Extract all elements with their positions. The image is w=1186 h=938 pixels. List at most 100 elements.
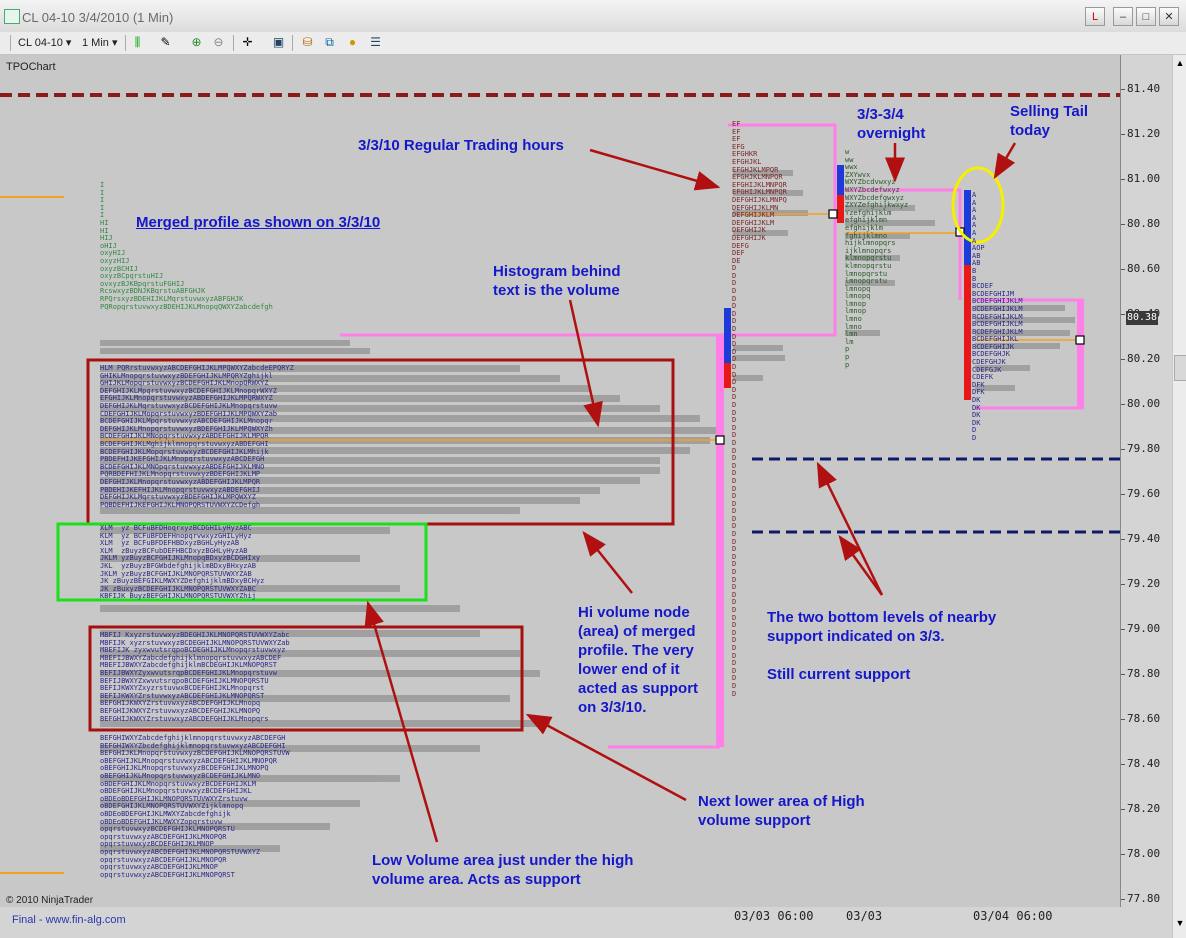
footer-link[interactable]: Final - www.fin-alg.com [12,914,126,926]
price-tick: 79.60 [1120,487,1161,500]
today-profile: A A A A A A A AOP AB AB B B BCDEF BCDEFG… [972,191,1023,442]
selling-tail-line: Selling Tail [1010,103,1089,120]
price-tick: 78.60 [1120,712,1161,725]
hi-volume-line: profile. The very [578,642,694,659]
price-axis: 81.40 81.20 81.00 80.80 80.60 80.40 80.2… [1120,55,1173,907]
toolbar-separator [292,35,293,51]
toolbar-separator [125,35,126,51]
low-volume-line: volume area. Acts as support [372,871,581,888]
time-tick: 03/03 [846,909,883,923]
price-tick: 78.20 [1120,802,1161,815]
hi-volume-line: (area) of merged [578,623,696,640]
price-tick: 81.20 [1120,127,1161,140]
support-levels-label: The two bottom levels of nearby support i… [767,608,996,646]
low-volume-label: Low Volume area just under the high volum… [372,851,633,889]
zoom-in-icon[interactable]: ⊕ [189,35,204,50]
properties-icon[interactable]: ☰ [368,35,383,50]
price-tick: 79.80 [1120,442,1161,455]
selling-tail-line: today [1010,122,1051,139]
minimize-button[interactable]: – [1113,7,1133,26]
merged-profile-lower-area: MBFIJ KxyzrstuvwxyzBDEGHIJKLMNOPQRSTUVWX… [100,631,290,723]
copyright-text: © 2010 NinjaTrader [6,895,94,906]
hi-volume-label: Hi volume node (area) of merged profile.… [578,603,698,717]
overnight-profile: w ww wwx ZXYwvx WXYZbcdvwxyz WXYZbcdefwx… [845,148,909,369]
currency-icon[interactable]: ● [345,35,360,50]
bar-style-icon[interactable]: ⫼ [130,35,145,50]
selling-tail-label: Selling Tail today [1010,102,1088,140]
close-button[interactable]: ✕ [1159,7,1179,26]
hi-volume-line: Hi volume node [578,604,690,621]
chevron-down-icon: ▾ [111,37,118,49]
today-value-bar [1077,300,1084,408]
overnight-label: 3/3-3/4 overnight [857,105,925,143]
today-red-bar [964,265,971,400]
merged-profile-low-volume: XLM yz BCFuBFDHoqrxyzBCDGHILyHyzABC KLM … [100,524,265,601]
price-tick: 80.00 [1120,397,1161,410]
scroll-down-icon[interactable]: ▼ [1174,917,1186,929]
price-tick: 77.80 [1120,892,1161,905]
scroll-up-icon[interactable]: ▲ [1174,57,1186,69]
price-tick: 80.60 [1120,262,1161,275]
time-axis: Final - www.fin-alg.com 03/03 06:00 03/0… [0,907,1172,938]
instrument-selector[interactable]: CL 04-10 ▾ [18,36,71,49]
merged-profile-top: I I I I I HI HI HIJ oHIJ oxyHIJ oxyzHIJ … [100,181,273,311]
chevron-down-icon: ▾ [65,37,72,49]
rth-label: 3/3/10 Regular Trading hours [358,137,564,154]
price-tick: 78.00 [1120,847,1161,860]
rth-value-bar [716,335,724,747]
overnight-label-line: overnight [857,125,926,142]
histogram-label-line: Histogram behind [493,263,621,280]
price-tick: 79.40 [1120,532,1161,545]
strategies-icon[interactable]: ⧉ [322,35,337,50]
time-tick: 03/03 06:00 [734,909,814,923]
merged-profile-value-area: HLM PQRrstuvwxyzABCDEFGHIJKLMPQWXYZabcde… [100,364,294,509]
hi-volume-line: lower end of it [578,661,680,678]
chart-toolbar: CL 04-10 ▾ 1 Min ▾ ⫼ ✎ ⊕ ⊖ ✛ ▣ ⛁ ⧉ ● ☰ [0,32,1186,55]
price-tick: 78.80 [1120,667,1161,680]
time-tick: 03/04 06:00 [973,909,1053,923]
overnight-red-bar [837,195,844,223]
next-lower-label: Next lower area of High volume support [698,792,865,830]
vertical-scrollbar[interactable]: ▲ ▼ [1172,55,1186,938]
histogram-label-line: text is the volume [493,282,620,299]
low-volume-line: Low Volume area just under the high [372,852,634,869]
still-support-label: Still current support [767,666,911,683]
toolbar-separator [10,35,11,51]
price-tick: 78.40 [1120,757,1161,770]
link-button[interactable]: L [1085,7,1105,26]
current-price-badge: 80.38 [1126,311,1158,325]
interval-label: 1 Min [82,37,109,49]
next-lower-line: Next lower area of High [698,793,865,810]
indicators-icon[interactable]: ⛁ [300,35,315,50]
today-blue-bar [964,190,971,265]
snapshot-icon[interactable]: ▣ [271,35,286,50]
window-titlebar: CL 04-10 3/4/2010 (1 Min) L – □ ✕ [0,0,1186,33]
histogram-label: Histogram behind text is the volume [493,262,621,300]
support-levels-line: The two bottom levels of nearby [767,609,997,626]
interval-selector[interactable]: 1 Min ▾ [82,36,118,49]
rth-blue-bar [724,308,731,363]
next-lower-line: volume support [698,812,811,829]
price-tick: 79.00 [1120,622,1161,635]
window-title: CL 04-10 3/4/2010 (1 Min) [22,10,174,25]
scroll-thumb[interactable] [1174,355,1186,381]
draw-pencil-icon[interactable]: ✎ [158,35,173,50]
merged-profile-bottom: BEFGHIWXYZabcdefghijklmnopqrstuvwxyzABCD… [100,734,290,879]
crosshair-icon[interactable]: ✛ [240,35,255,50]
price-tick: 79.20 [1120,577,1161,590]
overnight-blue-bar [837,165,844,195]
support-levels-line: support indicated on 3/3. [767,628,945,645]
merged-profile-title: Merged profile as shown on 3/3/10 [136,214,381,231]
maximize-button[interactable]: □ [1136,7,1156,26]
instrument-label: CL 04-10 [18,37,63,49]
hi-volume-line: acted as support [578,680,699,697]
hi-volume-line: on 3/3/10. [578,699,647,716]
price-tick: 80.80 [1120,217,1161,230]
tpo-chart-panel[interactable]: TPOChart I I I I I HI HI HIJ oHIJ oxyHIJ… [0,55,1120,907]
chart-app-icon [4,9,20,24]
zoom-out-icon[interactable]: ⊖ [211,35,226,50]
rth-red-bar [724,363,731,388]
toolbar-separator [233,35,234,51]
price-tick: 81.00 [1120,172,1161,185]
overnight-label-line: 3/3-3/4 [857,106,904,123]
